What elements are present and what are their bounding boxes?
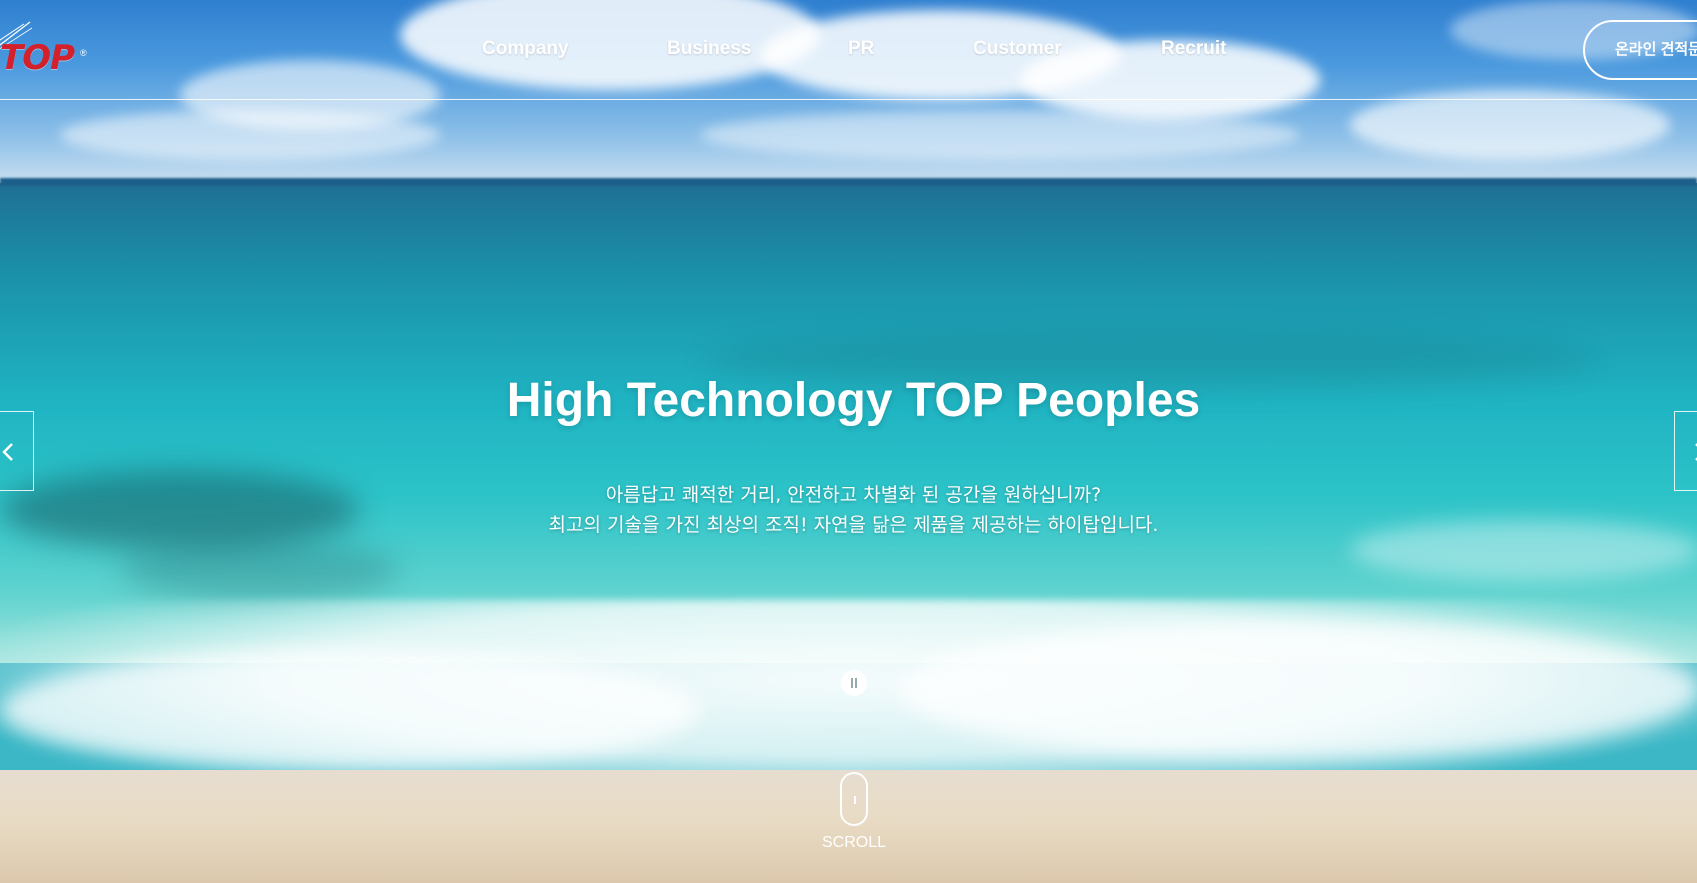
reef (120, 540, 400, 600)
hero-background (0, 0, 1697, 883)
mouse-wheel (854, 796, 856, 804)
chevron-left-icon (2, 443, 13, 461)
main-nav: Company Business PR Customer Recruit (0, 38, 1697, 62)
slider-prev-button[interactable] (0, 411, 34, 491)
cloud (1350, 90, 1670, 160)
nav-item-company[interactable]: Company (482, 38, 569, 60)
slider-next-button[interactable] (1674, 411, 1697, 491)
wave-foam (0, 650, 700, 770)
cloud (700, 110, 1300, 160)
hero-title: High Technology TOP Peoples (506, 374, 1201, 427)
nav-item-recruit[interactable]: Recruit (1161, 38, 1226, 60)
nav-item-business[interactable]: Business (667, 38, 751, 60)
scroll-label: SCROLL (821, 834, 887, 851)
chevron-right-icon (1695, 443, 1697, 461)
site-header: TOP ® Company Business PR Customer Recru… (0, 0, 1697, 100)
wave-foam (900, 620, 1697, 760)
horizon (0, 178, 1697, 186)
nav-item-customer[interactable]: Customer (973, 38, 1062, 60)
nav-item-pr[interactable]: PR (848, 38, 874, 60)
hero-subtitle-line2: 최고의 기술을 가진 최상의 조직! 자연을 닮은 제품을 제공하는 하이탑입니… (548, 514, 1159, 536)
pause-icon[interactable] (841, 670, 867, 696)
cloud (60, 110, 440, 160)
mouse-icon[interactable] (840, 772, 868, 826)
hero-subtitle-line1: 아름답고 쾌적한 거리, 안전하고 차별화 된 공간을 원하십니까? (605, 484, 1102, 506)
online-quote-button[interactable]: 온라인 견적문의 (1583, 20, 1697, 80)
